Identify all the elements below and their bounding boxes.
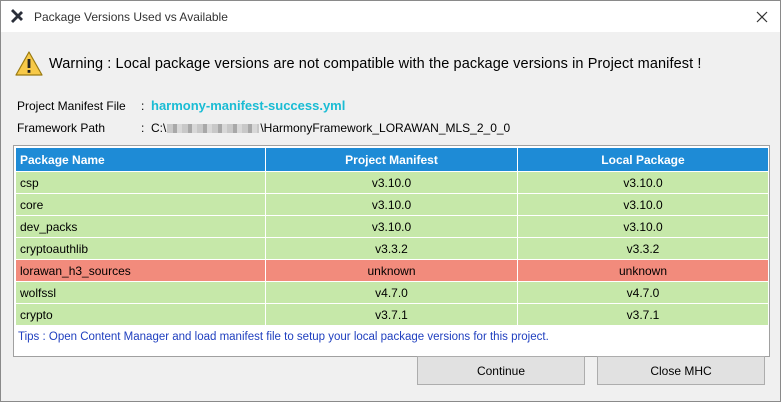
manifest-file-name: harmony-manifest-success.yml	[151, 98, 346, 113]
package-name-cell: wolfssl	[15, 281, 266, 304]
warning-row: Warning : Local package versions are not…	[15, 49, 702, 79]
table-row-mismatch[interactable]: lorawan_h3_sources unknown unknown	[15, 259, 769, 282]
package-name-cell: cryptoauthlib	[15, 237, 266, 260]
local-package-version-cell: v3.10.0	[517, 215, 769, 238]
package-table: Package Name Project Manifest Local Pack…	[13, 145, 770, 357]
local-package-version-cell: unknown	[517, 259, 769, 282]
table-row[interactable]: dev_packs v3.10.0 v3.10.0	[15, 215, 769, 238]
table-row[interactable]: cryptoauthlib v3.3.2 v3.3.2	[15, 237, 769, 260]
column-header-local-package[interactable]: Local Package	[517, 147, 769, 172]
package-name-cell: core	[15, 193, 266, 216]
package-name-cell: csp	[15, 171, 266, 194]
close-icon[interactable]	[752, 7, 772, 27]
redacted-path-segment	[167, 124, 260, 134]
manifest-file-separator: :	[141, 99, 145, 113]
package-name-cell: lorawan_h3_sources	[15, 259, 266, 282]
framework-path-suffix: \HarmonyFramework_LORAWAN_MLS_2_0_0	[260, 121, 511, 135]
manifest-file-label: Project Manifest File	[17, 99, 126, 113]
table-header-row: Package Name Project Manifest Local Pack…	[15, 147, 769, 172]
local-package-version-cell: v4.7.0	[517, 281, 769, 304]
warning-message: Warning : Local package versions are not…	[49, 56, 702, 72]
framework-path-prefix: C:\	[151, 121, 167, 135]
project-manifest-version-cell: v3.3.2	[265, 237, 518, 260]
local-package-version-cell: v3.10.0	[517, 171, 769, 194]
package-versions-table: Package Name Project Manifest Local Pack…	[15, 147, 769, 326]
package-name-cell: dev_packs	[15, 215, 266, 238]
column-header-project-manifest[interactable]: Project Manifest	[265, 147, 518, 172]
project-manifest-version-cell: v3.7.1	[265, 303, 518, 326]
table-row[interactable]: wolfssl v4.7.0 v4.7.0	[15, 281, 769, 304]
local-package-version-cell: v3.7.1	[517, 303, 769, 326]
title-bar: Package Versions Used vs Available	[1, 1, 780, 32]
mplab-app-icon	[9, 9, 25, 25]
project-manifest-version-cell: v3.10.0	[265, 171, 518, 194]
project-manifest-version-cell: unknown	[265, 259, 518, 282]
framework-path-separator: :	[141, 121, 145, 135]
close-mhc-button[interactable]: Close MHC	[597, 356, 765, 385]
package-name-cell: crypto	[15, 303, 266, 326]
table-row[interactable]: csp v3.10.0 v3.10.0	[15, 171, 769, 194]
local-package-version-cell: v3.3.2	[517, 237, 769, 260]
framework-path-row: Framework Path: C:\ \HarmonyFramework_LORA…	[17, 121, 510, 135]
project-manifest-version-cell: v3.10.0	[265, 193, 518, 216]
table-row[interactable]: core v3.10.0 v3.10.0	[15, 193, 769, 216]
table-row[interactable]: crypto v3.7.1 v3.7.1	[15, 303, 769, 326]
framework-path-label: Framework Path	[17, 121, 106, 135]
local-package-version-cell: v3.10.0	[517, 193, 769, 216]
continue-button[interactable]: Continue	[417, 356, 585, 385]
manifest-file-row: Project Manifest File: harmony-manifest-s…	[17, 98, 345, 113]
tips-message: Tips : Open Content Manager and load man…	[18, 331, 549, 343]
window-title: Package Versions Used vs Available	[34, 10, 228, 24]
column-header-package-name[interactable]: Package Name	[15, 147, 266, 172]
warning-icon	[15, 51, 43, 77]
project-manifest-version-cell: v4.7.0	[265, 281, 518, 304]
project-manifest-version-cell: v3.10.0	[265, 215, 518, 238]
package-versions-dialog: Package Versions Used vs Available Warni…	[0, 0, 781, 402]
